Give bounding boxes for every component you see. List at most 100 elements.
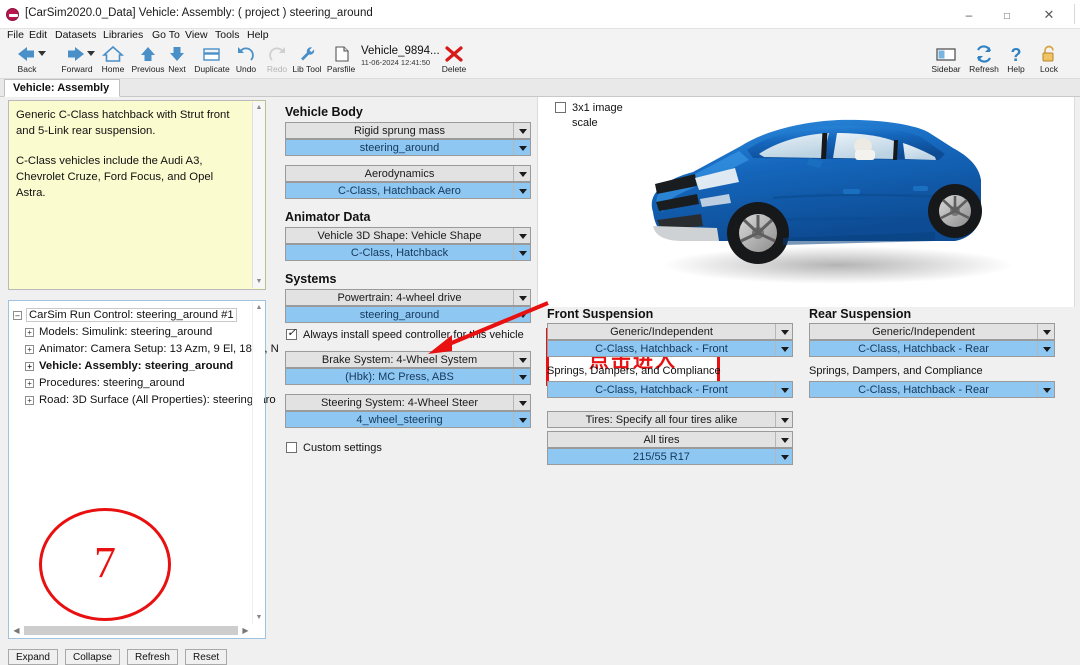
menu-item-datasets[interactable]: Datasets xyxy=(55,29,96,41)
menu-item-view[interactable]: View xyxy=(185,29,208,41)
menu-item-libraries[interactable]: Libraries xyxy=(103,29,143,41)
rear-suspension-kinematics-category-combo[interactable]: Generic/Independent xyxy=(809,323,1055,340)
chevron-down-icon[interactable] xyxy=(775,449,792,464)
toolbar-lock-button[interactable]: Lock xyxy=(1032,44,1066,74)
scroll-down-icon[interactable]: ▼ xyxy=(253,276,265,288)
chevron-down-icon[interactable] xyxy=(775,382,792,397)
brake-system-category-combo[interactable]: Brake System: 4-Wheel System xyxy=(285,351,531,368)
tree-node-animator[interactable]: + Animator: Camera Setup: 13 Azm, 9 El, … xyxy=(13,341,279,358)
front-springs-dataset-combo[interactable]: C-Class, Hatchback - Front xyxy=(547,381,793,398)
steering-system-dataset-combo[interactable]: 4_wheel_steering xyxy=(285,411,531,428)
chevron-down-icon[interactable] xyxy=(513,166,530,181)
maximize-button[interactable]: □ xyxy=(988,0,1026,29)
toolbar-libtool-button[interactable]: Lib Tool xyxy=(288,44,326,74)
scroll-up-icon[interactable]: ▲ xyxy=(253,302,265,314)
powertrain-dataset-combo[interactable]: steering_around xyxy=(285,306,531,323)
tree-node-label: Road: 3D Surface (All Properties): steer… xyxy=(39,394,276,406)
checkbox-unchecked-icon[interactable] xyxy=(555,102,566,113)
chevron-down-icon[interactable] xyxy=(1037,382,1054,397)
toolbar-sidebar-button[interactable]: Sidebar xyxy=(927,44,965,74)
checkbox-checked-icon[interactable] xyxy=(286,327,297,340)
expander-icon[interactable]: – xyxy=(13,311,22,320)
notes-vertical-scrollbar[interactable]: ▲ ▼ xyxy=(252,102,264,288)
front-suspension-kinematics-category-combo[interactable]: Generic/Independent xyxy=(547,323,793,340)
chevron-down-icon[interactable] xyxy=(513,245,530,260)
expander-icon[interactable]: + xyxy=(25,328,34,337)
menu-item-file[interactable]: File xyxy=(7,29,24,41)
rear-suspension-kinematics-dataset-combo[interactable]: C-Class, Hatchback - Rear xyxy=(809,340,1055,357)
tree-vertical-scrollbar[interactable]: ▲ ▼ xyxy=(252,302,264,624)
chevron-down-icon[interactable] xyxy=(513,140,530,155)
tree-node-vehicle-assembly[interactable]: + Vehicle: Assembly: steering_around xyxy=(13,358,249,375)
tires-mode-combo[interactable]: Tires: Specify all four tires alike xyxy=(547,411,793,428)
rigid-sprung-mass-dataset-combo[interactable]: steering_around xyxy=(285,139,531,156)
chevron-down-icon[interactable] xyxy=(513,228,530,243)
combo-label: C-Class, Hatchback - Rear xyxy=(858,343,989,355)
aerodynamics-category-combo[interactable]: Aerodynamics xyxy=(285,165,531,182)
menu-item-goto[interactable]: Go To xyxy=(152,29,180,41)
expand-button[interactable]: Expand xyxy=(8,649,58,665)
rear-springs-dataset-combo[interactable]: C-Class, Hatchback - Rear xyxy=(809,381,1055,398)
toolbar-parsfile-button[interactable]: Parsfile xyxy=(322,44,360,74)
checkbox-unchecked-icon[interactable] xyxy=(286,442,297,453)
toolbar-back-button[interactable]: Back xyxy=(6,44,48,74)
tab-vehicle-assembly[interactable]: Vehicle: Assembly xyxy=(4,79,121,97)
chevron-down-icon[interactable] xyxy=(513,412,530,427)
tab-strip: Vehicle: Assembly xyxy=(0,79,1080,97)
scroll-down-icon[interactable]: ▼ xyxy=(253,612,265,624)
always-install-speed-controller-checkbox[interactable]: Always install speed controller for this… xyxy=(286,327,524,342)
menu-item-help[interactable]: Help xyxy=(247,29,269,41)
chevron-down-icon[interactable] xyxy=(513,290,530,305)
scroll-left-icon[interactable]: ◀ xyxy=(10,624,23,637)
tires-category-combo[interactable]: All tires xyxy=(547,431,793,448)
collapse-button[interactable]: Collapse xyxy=(64,649,120,665)
rigid-sprung-mass-category-combo[interactable]: Rigid sprung mass xyxy=(285,122,531,139)
tree-node-run-control[interactable]: – CarSim Run Control: steering_around #1 xyxy=(11,307,249,324)
tree-node-models[interactable]: + Models: Simulink: steering_around xyxy=(13,324,249,341)
tree-node-procedures[interactable]: + Procedures: steering_around xyxy=(13,375,249,392)
chevron-down-icon[interactable] xyxy=(775,324,792,339)
expander-icon[interactable]: + xyxy=(25,396,34,405)
image-scale-checkbox[interactable]: 3x1 image scale xyxy=(555,102,623,130)
brake-system-dataset-combo[interactable]: (Hbk): MC Press, ABS xyxy=(285,368,531,385)
tires-dataset-combo[interactable]: 215/55 R17 xyxy=(547,448,793,465)
chevron-down-icon[interactable] xyxy=(513,395,530,410)
vehicle-preview-pane: 3x1 image scale xyxy=(537,97,1079,307)
menu-item-edit[interactable]: Edit xyxy=(29,29,47,41)
chevron-down-icon[interactable] xyxy=(513,352,530,367)
chevron-down-icon[interactable] xyxy=(513,369,530,384)
reset-button[interactable]: Reset xyxy=(185,649,228,665)
expander-icon[interactable]: + xyxy=(25,379,34,388)
toolbar-delete-button[interactable]: Delete xyxy=(436,44,472,74)
expander-icon[interactable]: + xyxy=(25,345,34,354)
custom-settings-checkbox[interactable]: Custom settings xyxy=(286,442,382,455)
tree-horizontal-scrollbar[interactable]: ◀ ▶ xyxy=(10,624,252,637)
vehicle-3d-shape-dataset-combo[interactable]: C-Class, Hatchback xyxy=(285,244,531,261)
vehicle-3d-shape-category-combo[interactable]: Vehicle 3D Shape: Vehicle Shape xyxy=(285,227,531,244)
description-notes-panel[interactable]: Generic C-Class hatchback with Strut fro… xyxy=(8,100,266,290)
scroll-thumb[interactable] xyxy=(24,626,238,635)
tree-node-road[interactable]: + Road: 3D Surface (All Properties): ste… xyxy=(13,392,276,409)
chevron-down-icon[interactable] xyxy=(513,183,530,198)
scroll-right-icon[interactable]: ▶ xyxy=(239,624,252,637)
chevron-down-icon[interactable] xyxy=(513,307,530,322)
minimize-button[interactable]: – xyxy=(950,0,988,29)
menu-item-tools[interactable]: Tools xyxy=(215,29,240,41)
chevron-down-icon[interactable] xyxy=(513,123,530,138)
expander-icon[interactable]: + xyxy=(25,362,34,371)
annotation-step-number: 7 xyxy=(94,538,116,587)
aerodynamics-dataset-combo[interactable]: C-Class, Hatchback Aero xyxy=(285,182,531,199)
chevron-down-icon[interactable] xyxy=(775,432,792,447)
front-suspension-kinematics-dataset-combo[interactable]: C-Class, Hatchback - Front xyxy=(547,340,793,357)
chevron-down-icon[interactable] xyxy=(1037,324,1054,339)
steering-system-category-combo[interactable]: Steering System: 4-Wheel Steer xyxy=(285,394,531,411)
powertrain-category-combo[interactable]: Powertrain: 4-wheel drive xyxy=(285,289,531,306)
chevron-down-icon[interactable] xyxy=(775,412,792,427)
chevron-down-icon[interactable] xyxy=(775,341,792,356)
refresh-button[interactable]: Refresh xyxy=(126,649,178,665)
toolbar-refresh-button[interactable]: Refresh xyxy=(965,44,1003,74)
toolbar-help-button[interactable]: ? Help xyxy=(1001,44,1031,74)
chevron-down-icon[interactable] xyxy=(1037,341,1054,356)
close-button[interactable]: ✕ xyxy=(1030,0,1068,29)
scroll-up-icon[interactable]: ▲ xyxy=(253,102,265,114)
